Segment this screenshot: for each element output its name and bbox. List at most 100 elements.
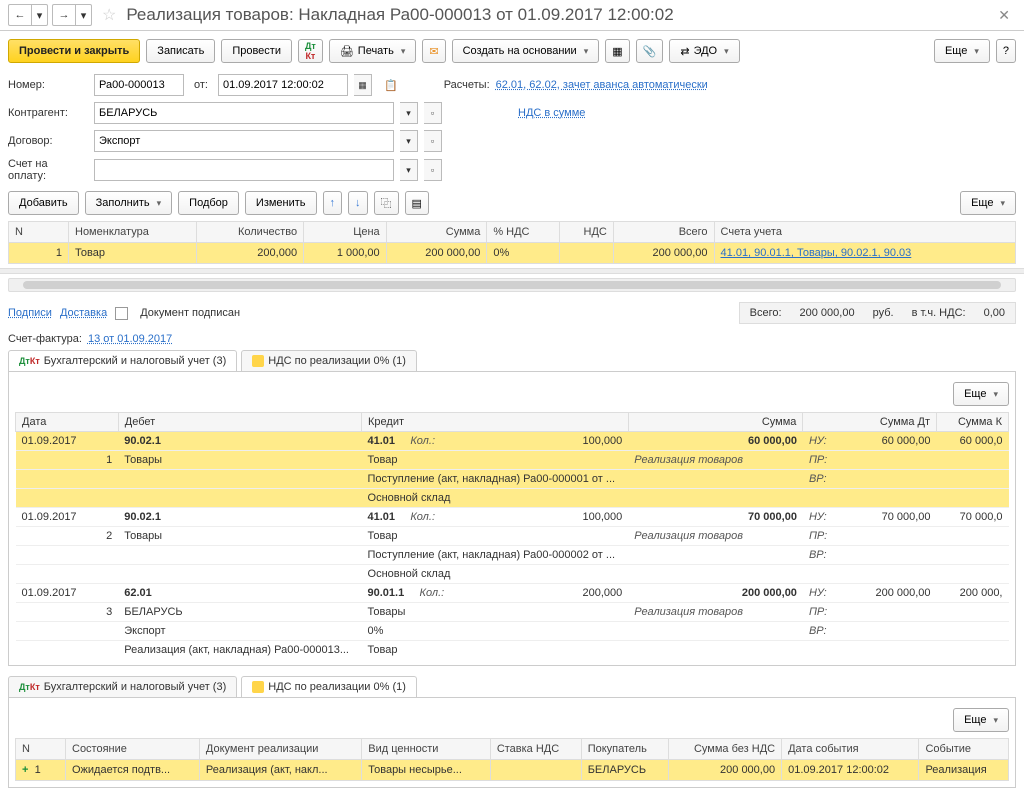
vat-row[interactable]: + 1 Ожидается подтв... Реализация (акт, … — [16, 760, 1009, 781]
cell-sum: 200 000,00 — [386, 243, 487, 264]
contract-input[interactable] — [94, 130, 394, 152]
ph-date[interactable]: Дата — [16, 413, 119, 432]
contragent-input[interactable] — [94, 102, 394, 124]
signed-label: Документ подписан — [140, 307, 240, 319]
ph-sumdt[interactable]: Сумма Дт — [803, 413, 937, 432]
move-up-button[interactable]: ↑ — [323, 191, 343, 215]
vh-kind[interactable]: Вид ценности — [362, 739, 491, 760]
vh-date[interactable]: Дата события — [782, 739, 919, 760]
account-dd[interactable]: ▾ — [400, 159, 418, 181]
col-accounts[interactable]: Счета учета — [714, 222, 1015, 243]
contract-open[interactable]: ▫ — [424, 130, 442, 152]
edo-button[interactable]: ⇄ ЭДО — [669, 39, 739, 63]
col-vat-pct[interactable]: % НДС — [487, 222, 560, 243]
posting-row[interactable]: 01.09.2017 90.02.1 41.01 Кол.: 100,000 7… — [16, 508, 1009, 527]
signs-link[interactable]: Подписи — [8, 307, 52, 319]
more-button[interactable]: Еще — [934, 39, 990, 63]
vh-state[interactable]: Состояние — [66, 739, 200, 760]
vat-table: N Состояние Документ реализации Вид ценн… — [15, 738, 1009, 781]
tab-accounting-label: Бухгалтерский и налоговый учет (3) — [44, 355, 227, 367]
posting-row[interactable]: 01.09.2017 90.02.1 41.01 Кол.: 100,000 6… — [16, 432, 1009, 451]
report-button[interactable]: ▦ — [605, 39, 629, 63]
dtkt-button[interactable]: ДтКт — [298, 39, 323, 63]
post-and-close-button[interactable]: Провести и закрыть — [8, 39, 140, 63]
ph-credit[interactable]: Кредит — [362, 413, 629, 432]
col-n[interactable]: N — [9, 222, 69, 243]
nds-link[interactable]: НДС в сумме — [518, 107, 585, 119]
favorite-icon[interactable]: ☆ — [102, 5, 116, 25]
back-dropdown[interactable]: ▾ — [32, 4, 48, 26]
col-vat[interactable]: НДС — [560, 222, 614, 243]
contragent-dd[interactable]: ▾ — [400, 102, 418, 124]
h-scrollbar[interactable] — [8, 278, 1016, 292]
totals-panel: Всего: 200 000,00 руб. в т.ч. НДС: 0,00 — [739, 302, 1016, 324]
vh-buyer[interactable]: Покупатель — [581, 739, 668, 760]
move-down-button[interactable]: ↓ — [348, 191, 368, 215]
paste-button[interactable]: ▤ — [405, 191, 429, 215]
fill-button[interactable]: Заполнить — [85, 191, 173, 215]
cell-accounts[interactable]: 41.01, 90.01.1, Товары, 90.02.1, 90.03 — [721, 247, 912, 259]
cell-n: 1 — [9, 243, 69, 264]
col-total[interactable]: Всего — [613, 222, 714, 243]
contract-dd[interactable]: ▾ — [400, 130, 418, 152]
tab-accounting[interactable]: ДтКтБухгалтерский и налоговый учет (3) — [8, 350, 237, 371]
col-nomen[interactable]: Номенклатура — [69, 222, 197, 243]
postings-more-button[interactable]: Еще — [953, 382, 1009, 406]
print-label: Печать — [358, 45, 394, 57]
tab-vat-2[interactable]: НДС по реализации 0% (1) — [241, 676, 417, 697]
forward-button[interactable]: → — [52, 4, 76, 26]
delivery-link[interactable]: Доставка — [60, 307, 107, 319]
close-icon[interactable]: ✕ — [992, 7, 1016, 24]
signed-checkbox[interactable] — [115, 307, 128, 320]
forward-dropdown[interactable]: ▾ — [76, 4, 92, 26]
items-more-button[interactable]: Еще — [960, 191, 1016, 215]
edit-button[interactable]: Изменить — [245, 191, 317, 215]
number-input[interactable] — [94, 74, 184, 96]
add-button[interactable]: Добавить — [8, 191, 79, 215]
postings-table: Дата Дебет Кредит Сумма Сумма Дт Сумма К… — [15, 412, 1009, 659]
ph-debit[interactable]: Дебет — [118, 413, 361, 432]
account-input[interactable] — [94, 159, 394, 181]
col-qty[interactable]: Количество — [197, 222, 304, 243]
cell-total: 200 000,00 — [613, 243, 714, 264]
calc-label: Расчеты: — [444, 79, 490, 91]
cell-vat — [560, 243, 614, 264]
copy-button[interactable]: ⿻ — [374, 191, 399, 215]
calc-link[interactable]: 62.01, 62.02, зачет аванса автоматически — [496, 79, 708, 91]
account-open[interactable]: ▫ — [424, 159, 442, 181]
col-price[interactable]: Цена — [304, 222, 387, 243]
attach-button[interactable]: 📎 — [636, 39, 664, 63]
tab-accounting-2[interactable]: ДтКтБухгалтерский и налоговый учет (3) — [8, 676, 237, 697]
vh-sum[interactable]: Сумма без НДС — [668, 739, 781, 760]
posting-row[interactable]: 01.09.2017 62.01 90.01.1 Кол.: 200,000 2… — [16, 584, 1009, 603]
print-button[interactable]: 🖨 Печать — [329, 39, 417, 63]
edo-label: ЭДО — [694, 45, 718, 57]
tab-vat[interactable]: НДС по реализации 0% (1) — [241, 350, 417, 371]
vh-event[interactable]: Событие — [919, 739, 1009, 760]
calendar-icon[interactable]: 📋 — [384, 79, 398, 92]
vat-more-button[interactable]: Еще — [953, 708, 1009, 732]
items-table: N Номенклатура Количество Цена Сумма % Н… — [8, 221, 1016, 264]
date-input[interactable] — [218, 74, 348, 96]
table-row[interactable]: 1 Товар 200,000 1 000,00 200 000,00 0% 2… — [9, 243, 1016, 264]
mail-button[interactable]: ✉ — [422, 39, 445, 63]
ph-sumkt[interactable]: Сумма К — [937, 413, 1009, 432]
number-label: Номер: — [8, 79, 88, 91]
create-based-button[interactable]: Создать на основании — [452, 39, 600, 63]
contragent-label: Контрагент: — [8, 107, 88, 119]
post-button[interactable]: Провести — [221, 39, 292, 63]
expand-icon[interactable]: + — [22, 764, 28, 776]
vh-doc[interactable]: Документ реализации — [199, 739, 361, 760]
currency-label: руб. — [873, 307, 894, 319]
vh-n[interactable]: N — [16, 739, 66, 760]
col-sum[interactable]: Сумма — [386, 222, 487, 243]
date-picker-icon[interactable]: ▦ — [354, 74, 372, 96]
write-button[interactable]: Записать — [146, 39, 215, 63]
contragent-open[interactable]: ▫ — [424, 102, 442, 124]
ph-sum[interactable]: Сумма — [628, 413, 803, 432]
select-button[interactable]: Подбор — [178, 191, 239, 215]
invoice-link[interactable]: 13 от 01.09.2017 — [88, 333, 172, 345]
help-button[interactable]: ? — [996, 39, 1016, 63]
back-button[interactable]: ← — [8, 4, 32, 26]
vh-rate[interactable]: Ставка НДС — [490, 739, 581, 760]
